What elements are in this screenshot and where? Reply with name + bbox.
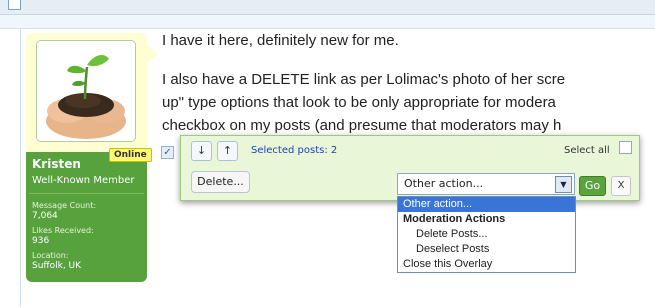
avatar[interactable]: [36, 40, 136, 142]
chevron-down-icon[interactable]: ▼: [555, 176, 572, 193]
arrow-up-icon: ↑: [222, 144, 233, 157]
inline-mod-overlay: ↓ ↑ Selected posts: 2 Select all Delete.…: [180, 135, 640, 201]
message-line: up" type options that look to be only ap…: [162, 94, 556, 111]
stat-message-count: Message Count: 7,064: [32, 200, 96, 222]
message-line: checkbox on my posts (and presume that m…: [162, 117, 562, 134]
delete-button[interactable]: Delete...: [191, 171, 250, 193]
action-select-value: Other action...: [404, 177, 484, 190]
option-deselect-posts[interactable]: Deselect Posts: [398, 242, 575, 257]
post-left-border: [20, 28, 21, 307]
select-all-checkbox[interactable]: [619, 141, 632, 154]
stat-value: 7,064: [32, 211, 58, 221]
message-line: I also have a DELETE link as per Lolimac…: [162, 71, 566, 88]
prev-post-button[interactable]: ↓: [191, 141, 212, 161]
stat-value: 936: [32, 236, 50, 246]
user-title: Well-Known Member: [32, 175, 135, 186]
option-close-overlay[interactable]: Close this Overlay: [398, 257, 575, 272]
stat-label: Message Count:: [32, 201, 97, 210]
option-other-action[interactable]: Other action...: [398, 197, 575, 212]
user-separator: [29, 193, 144, 194]
next-post-button[interactable]: ↑: [217, 141, 238, 161]
stat-location: Location: Suffolk, UK: [32, 250, 81, 272]
optgroup-moderation-actions: Moderation Actions: [403, 213, 506, 225]
selected-posts-count: Selected posts: 2: [251, 145, 338, 156]
username[interactable]: Kristen: [32, 157, 81, 171]
stat-value[interactable]: Suffolk, UK: [32, 261, 81, 272]
close-overlay-button[interactable]: X: [611, 176, 631, 196]
action-select[interactable]: Other action... ▼: [397, 173, 575, 195]
action-dropdown-list: Other action... Moderation Actions Delet…: [397, 196, 576, 273]
post-select-checkbox[interactable]: ✓: [161, 146, 174, 159]
online-badge: Online: [109, 148, 152, 162]
speech-arrow: [146, 44, 158, 64]
select-all-label: Select all: [564, 145, 610, 156]
arrow-down-icon: ↓: [196, 144, 207, 157]
previous-post-checkbox[interactable]: [8, 0, 21, 10]
stat-label: Location:: [32, 251, 69, 260]
top-strip: [0, 0, 655, 15]
option-delete-posts[interactable]: Delete Posts...: [398, 227, 575, 242]
stat-label: Likes Received:: [32, 226, 94, 235]
message-line: I have it here, definitely new for me.: [162, 32, 399, 49]
go-button[interactable]: Go: [579, 176, 606, 196]
stat-likes: Likes Received: 936: [32, 225, 94, 247]
